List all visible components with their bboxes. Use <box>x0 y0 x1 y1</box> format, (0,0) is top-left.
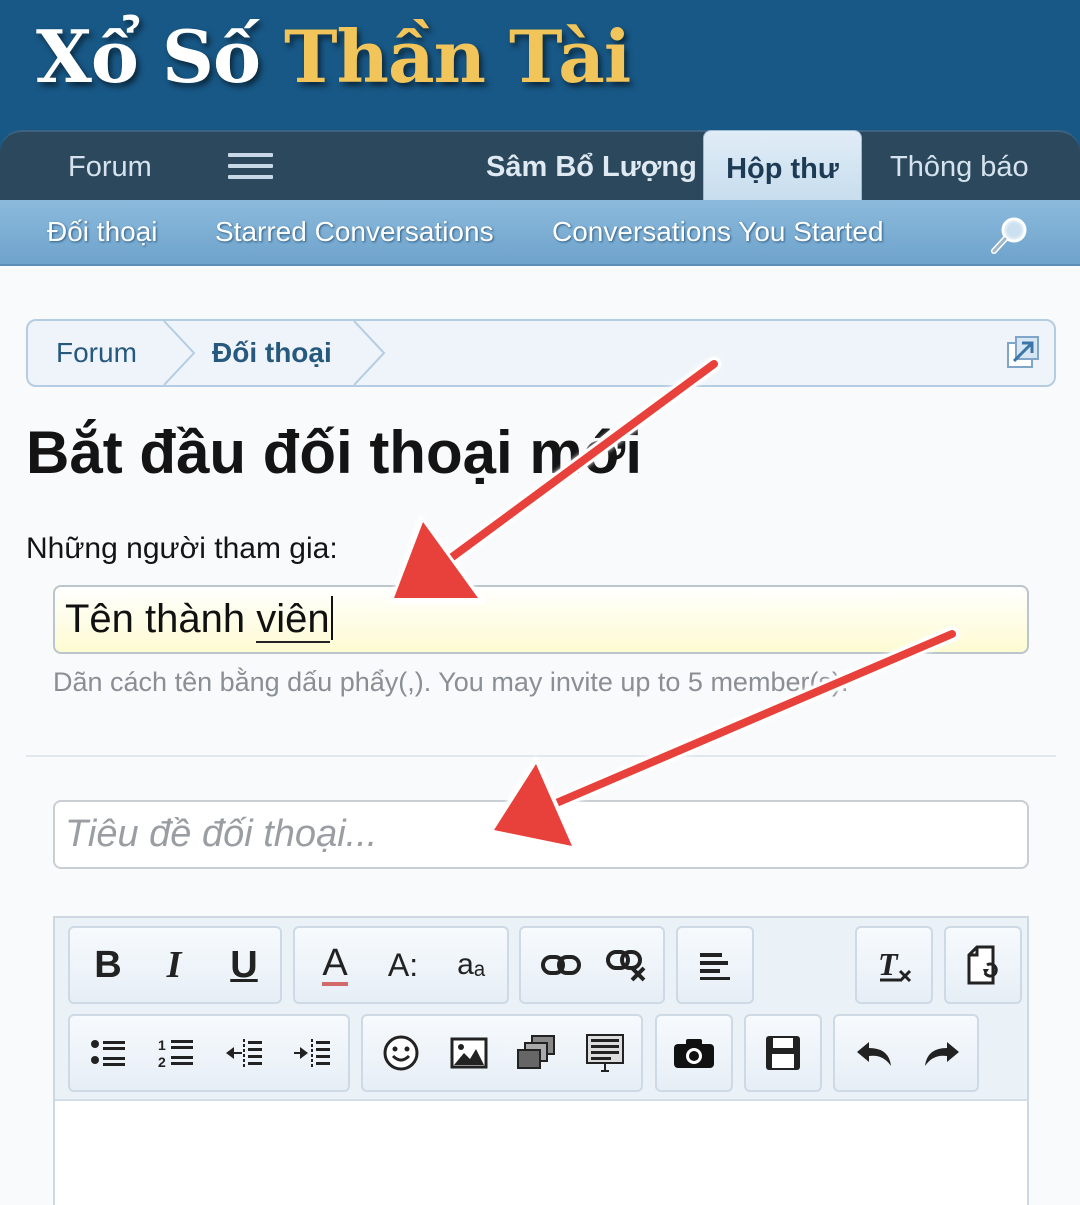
camera-icon <box>674 1039 714 1068</box>
camera-group <box>655 1014 733 1092</box>
form-divider <box>26 755 1056 757</box>
unlink-icon <box>606 950 646 982</box>
outdent-button[interactable] <box>214 1016 274 1090</box>
redo-button[interactable] <box>911 1016 971 1090</box>
remove-format-icon: T <box>878 946 912 983</box>
breadcrumb-forum[interactable]: Forum <box>56 321 137 385</box>
remove-format-button[interactable]: T <box>864 928 924 1002</box>
svg-text:1: 1 <box>158 1037 166 1053</box>
participants-value-part2: viên <box>256 597 330 643</box>
participants-label: Những người tham gia: <box>26 532 338 565</box>
align-button[interactable] <box>685 928 745 1002</box>
save-icon <box>766 1036 800 1070</box>
restore-draft-icon <box>967 945 998 985</box>
text-caret <box>330 596 333 640</box>
media-icon <box>517 1035 555 1069</box>
page-title: Bắt đầu đối thoại mới <box>26 419 642 486</box>
font-family-icon: aₐ <box>457 948 485 981</box>
site-logo[interactable]: Xổ Số Thần Tài <box>36 14 631 99</box>
save-group <box>744 1014 822 1092</box>
font-color-icon: A <box>322 942 348 986</box>
link-group <box>519 926 665 1004</box>
nav-user[interactable]: Sâm Bổ Lượng <box>486 132 697 202</box>
nav-inbox-tab[interactable]: Hộp thư <box>703 130 862 204</box>
breadcrumb-separator-icon <box>163 321 196 385</box>
insert-group <box>361 1014 643 1092</box>
conversation-title-input[interactable]: Tiêu đề đối thoại... <box>53 800 1029 869</box>
redo-icon <box>925 1042 959 1066</box>
font-size-button[interactable]: A: <box>373 928 433 1002</box>
italic-button[interactable]: I <box>144 928 204 1002</box>
italic-icon: I <box>166 944 182 986</box>
image-icon <box>450 1037 488 1069</box>
site-header: Xổ Số Thần Tài Forum Sâm Bổ Lượng Hộp th… <box>0 0 1080 204</box>
message-editor: B I U A A: aₐ T 1 2 <box>53 916 1029 1205</box>
bbcode-icon <box>586 1034 624 1072</box>
font-family-button[interactable]: aₐ <box>441 928 501 1002</box>
participants-input[interactable]: Tên thành viên <box>53 585 1029 654</box>
logo-text-gold: Thần Tài <box>284 14 631 99</box>
title-placeholder: Tiêu đề đối thoại... <box>65 813 378 855</box>
smiley-icon <box>383 1035 419 1071</box>
nav-notifications[interactable]: Thông báo <box>890 132 1029 202</box>
remove-format-group: T <box>855 926 933 1004</box>
link-icon <box>541 955 581 975</box>
bold-icon: B <box>94 943 122 986</box>
svg-text:2: 2 <box>158 1054 166 1070</box>
format-group: B I U <box>68 926 282 1004</box>
numbered-list-button[interactable]: 1 2 <box>146 1016 206 1090</box>
svg-text:T: T <box>878 946 899 982</box>
outdent-icon <box>226 1039 262 1067</box>
bullet-list-button[interactable] <box>78 1016 138 1090</box>
editor-content-area[interactable] <box>55 1101 1027 1205</box>
search-icon[interactable] <box>990 214 1030 254</box>
breadcrumb-separator-icon <box>353 321 386 385</box>
indent-icon <box>294 1039 330 1067</box>
bold-button[interactable]: B <box>78 928 138 1002</box>
image-button[interactable] <box>439 1016 499 1090</box>
history-group <box>833 1014 979 1092</box>
undo-button[interactable] <box>845 1016 905 1090</box>
smiley-button[interactable] <box>371 1016 431 1090</box>
bullet-list-icon <box>91 1040 125 1066</box>
editor-toolbar: B I U A A: aₐ T 1 2 <box>55 918 1027 1101</box>
media-button[interactable] <box>507 1016 567 1090</box>
camera-button[interactable] <box>664 1016 724 1090</box>
font-color-button[interactable]: A <box>305 928 365 1002</box>
save-draft-button[interactable] <box>753 1016 813 1090</box>
align-group <box>676 926 754 1004</box>
link-button[interactable] <box>531 928 591 1002</box>
breadcrumb-conversations[interactable]: Đối thoại <box>212 321 332 385</box>
indent-button[interactable] <box>282 1016 342 1090</box>
font-group: A A: aₐ <box>293 926 509 1004</box>
restore-draft-button[interactable] <box>953 928 1013 1002</box>
draft-group <box>944 926 1022 1004</box>
font-size-icon: A: <box>387 946 419 983</box>
list-group: 1 2 <box>68 1014 350 1092</box>
nav-forum[interactable]: Forum <box>68 132 152 202</box>
subnav-started[interactable]: Conversations You Started <box>552 200 884 264</box>
underline-icon: U <box>230 943 258 986</box>
align-icon <box>700 953 730 980</box>
underline-button[interactable]: U <box>214 928 274 1002</box>
popout-icon[interactable] <box>1006 335 1040 369</box>
main-nav: Forum Sâm Bổ Lượng Hộp thư Thông báo <box>0 130 1080 204</box>
participants-value-part1: Tên thành <box>65 597 257 641</box>
bbcode-button[interactable] <box>575 1016 635 1090</box>
sub-nav: Đối thoại Starred Conversations Conversa… <box>0 200 1080 266</box>
numbered-list-icon: 1 2 <box>158 1037 193 1070</box>
hamburger-icon[interactable] <box>228 153 273 183</box>
unlink-button[interactable] <box>597 928 657 1002</box>
logo-text-white: Xổ Số <box>36 14 285 99</box>
breadcrumb: Forum Đối thoại <box>26 319 1056 387</box>
undo-icon <box>857 1042 891 1066</box>
subnav-conversations[interactable]: Đối thoại <box>47 200 158 264</box>
subnav-starred[interactable]: Starred Conversations <box>215 200 494 264</box>
participants-hint: Dãn cách tên bằng dấu phẩy(,). You may i… <box>53 667 849 697</box>
